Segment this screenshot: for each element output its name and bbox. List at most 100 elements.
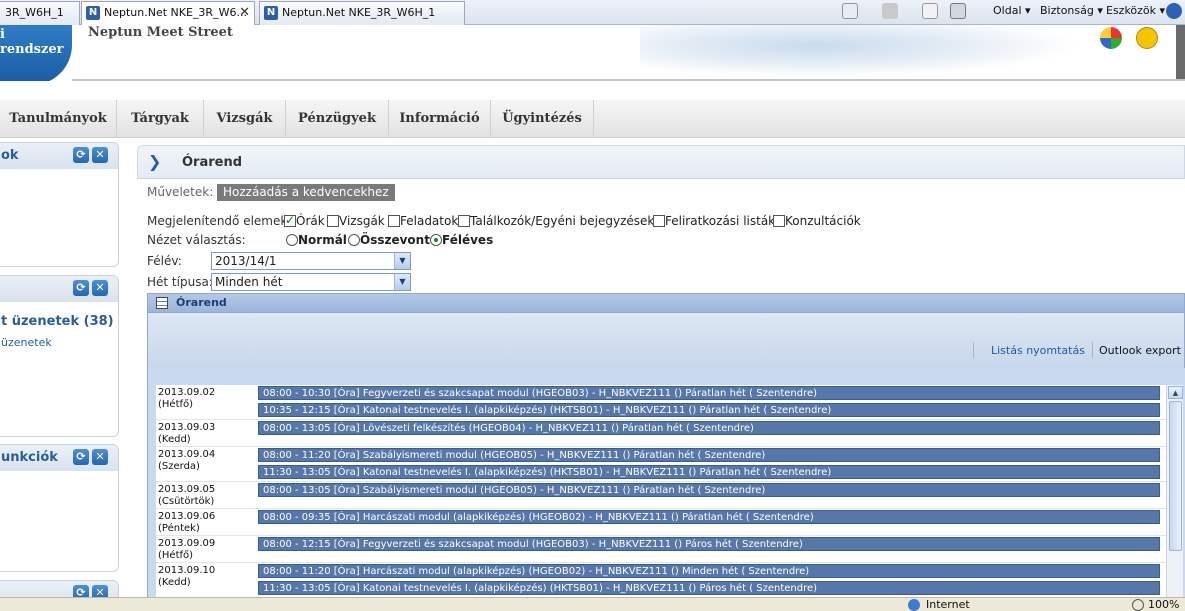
close-icon[interactable]: ✕ [92,280,108,296]
scrollbar-thumb[interactable] [1169,401,1182,551]
mail-icon[interactable] [922,3,938,19]
page-menu-label: Oldal [993,4,1022,17]
vertical-scrollbar[interactable]: ▲ [1166,385,1183,611]
calendar-icon [156,297,168,309]
actions-label: Műveletek: [147,185,214,199]
outlook-export-link[interactable]: Outlook export [1099,344,1181,357]
timetable-event[interactable]: 08:00 - 11:20 [Óra] Szabályismereti modu… [258,448,1160,462]
timetable-event[interactable]: 08:00 - 12:15 [Óra] Fegyverzeti és szakc… [258,537,1160,551]
close-tab-icon[interactable]: ✕ [239,2,250,24]
sidebar-box-messages: ⟳ ✕ t üzenetek (38) üzenetek [0,275,119,437]
timetable-event[interactable]: 11:30 - 13:05 [Óra] Katonai testnevelés … [258,465,1160,479]
timetable-list: 2013.09.02 (Hétfő) 08:00 - 10:30 [Óra] Feg… [156,385,1166,611]
checkbox-icon [653,215,665,227]
checkbox-icon [388,215,400,227]
checkbox-label: Feladatok [400,214,459,228]
view-normal-radio[interactable]: Normál [286,233,347,247]
sidebar-box-title: unkciók [1,450,58,465]
show-signup-lists-checkbox[interactable]: Feliratkozási listák [653,214,775,228]
logo-text: i rendszer [0,27,64,57]
browser-tab[interactable]: N Neptun.Net NKE_3R_W6H_1 [259,1,465,25]
view-label: Nézet választás: [147,233,246,247]
timetable-event[interactable]: 08:00 - 11:20 [Óra] Harcászati modul (al… [258,564,1160,578]
close-icon[interactable]: ✕ [92,449,108,465]
chevron-down-icon: ▾ [1097,4,1103,17]
refresh-icon[interactable]: ⟳ [73,280,89,296]
radio-icon [286,234,298,246]
timetable-event[interactable]: 11:30 - 13:05 [Óra] Katonai testnevelés … [258,581,1160,595]
show-consultations-checkbox[interactable]: Konzultációk [773,214,861,228]
print-icon[interactable] [950,3,966,19]
messages-link[interactable]: üzenetek [1,336,52,349]
show-tasks-checkbox[interactable]: Feladatok [388,214,458,228]
view-semester-radio[interactable]: Féléves [430,233,493,247]
safety-menu[interactable]: Biztonság ▾ [1040,4,1103,17]
scroll-up-icon[interactable]: ▲ [1168,386,1183,399]
checkbox-icon [773,215,785,227]
page-menu[interactable]: Oldal ▾ [993,4,1031,17]
menu-item-tanulmanyok[interactable]: Tanulmányok [0,100,117,138]
show-exams-checkbox[interactable]: Vizsgák [327,214,385,228]
row-separator [156,535,1166,536]
day-cell: 2013.09.05 (Csütörtök) [158,484,254,508]
sidebar-box-header: unkciók ⟳ ✕ [0,445,118,471]
show-meetings-checkbox[interactable]: Találkozók/Egyéni bejegyzések [458,214,654,228]
unread-messages-link[interactable]: t üzenetek (38) [1,314,114,329]
smiley-icon[interactable] [1136,27,1158,49]
site-title: Neptun Meet Street [88,25,233,40]
radio-label: Összevont [360,233,430,247]
tools-menu[interactable]: Eszközök ▾ [1106,4,1165,17]
day-weekday: (Csütörtök) [158,496,215,507]
row-separator [156,508,1166,509]
menu-item-vizsgak[interactable]: Vizsgák [204,100,286,138]
day-weekday: (Kedd) [158,577,191,588]
checkbox-icon [327,215,339,227]
help-icon[interactable] [1166,3,1182,19]
timetable-event[interactable]: 08:00 - 13:05 [Óra] Lövészeti felkészíté… [258,421,1160,435]
menu-item-targyak[interactable]: Tárgyak [117,100,204,138]
timetable-body: 2013.09.02 (Hétfő) 08:00 - 10:30 [Óra] Feg… [147,368,1185,611]
menu-item-label: Tanulmányok [9,111,107,126]
timetable-event[interactable]: 10:35 - 12:15 [Óra] Katonai testnevelés … [258,403,1160,417]
timetable-title: Órarend [176,296,227,309]
home-icon[interactable] [842,3,858,19]
week-type-select[interactable]: Minden hét ▼ [211,273,411,291]
day-date: 2013.09.03 [158,422,216,433]
menu-item-informacio[interactable]: Információ [389,100,491,138]
sidebar-box-1: ok ⟳ ✕ [0,142,119,267]
view-combined-radio[interactable]: Összevont [348,233,430,247]
refresh-icon[interactable]: ⟳ [73,147,89,163]
chevron-down-icon: ▾ [1025,4,1031,17]
timetable-event[interactable]: 08:00 - 09:35 [Óra] Harcászati modul (al… [258,510,1160,524]
row-separator [156,562,1166,563]
feeds-icon[interactable] [882,3,898,19]
add-to-favorites-button[interactable]: Hozzáadás a kedvencekhez [217,184,395,201]
sidebar-box-header: ⟳ ✕ [0,276,118,302]
safety-menu-label: Biztonság [1040,4,1094,17]
row-separator [156,481,1166,482]
close-icon[interactable]: ✕ [92,147,108,163]
browser-tab[interactable]: 3R_W6H_1 [0,1,80,25]
page-title: Órarend [182,155,243,170]
checkbox-label: Feliratkozási listák [665,214,776,228]
timetable-event[interactable]: 08:00 - 10:30 [Óra] Fegyverzeti és szakc… [258,386,1160,400]
list-print-link[interactable]: Listás nyomtatás [991,344,1085,357]
day-date: 2013.09.10 [158,565,216,576]
menu-item-label: Vizsgák [216,111,273,126]
logo[interactable]: i rendszer [0,25,72,81]
semester-select[interactable]: 2013/14/1 ▼ [211,252,411,270]
checkbox-label: Órák [296,214,325,228]
timetable-event[interactable]: 08:00 - 13:05 [Óra] Szabályismereti modu… [258,483,1160,497]
show-lessons-checkbox[interactable]: Órák [284,213,325,228]
menu-item-ugyintezes[interactable]: Ügyintézés [491,100,594,138]
semester-value: 2013/14/1 [215,254,277,268]
menu-item-label: Tárgyak [131,111,189,126]
toolbar-divider [973,342,974,358]
day-weekday: (Péntek) [158,523,200,534]
day-cell: 2013.09.02 (Hétfő) [158,387,254,411]
refresh-icon[interactable]: ⟳ [73,449,89,465]
day-weekday: (Hétfő) [158,399,194,410]
menu-item-penzugyek[interactable]: Pénzügyek [286,100,389,138]
browser-tab-active[interactable]: N Neptun.Net NKE_3R_W6... ✕ [81,1,255,25]
zoom-level[interactable]: 100% [1148,598,1179,611]
